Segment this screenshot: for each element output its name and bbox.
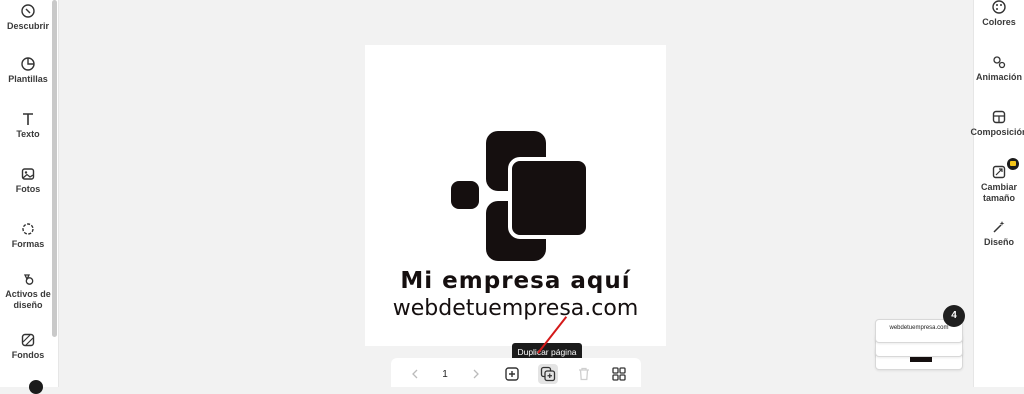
chevron-right-icon — [473, 369, 479, 379]
previous-page-button[interactable] — [405, 364, 425, 384]
add-icon — [505, 367, 519, 381]
premium-crown-icon — [1007, 158, 1019, 170]
sidebar-item-colores[interactable]: Colores — [970, 0, 1024, 28]
sidebar-item-fondos[interactable]: Fondos — [0, 333, 56, 361]
design-canvas[interactable]: Mi empresa aquí webdetuempresa.com — [365, 45, 666, 346]
template-icon — [21, 57, 35, 71]
right-sidebar: Colores Animación Composición Cambiar ta… — [970, 0, 1024, 387]
company-name-text[interactable]: Mi empresa aquí — [365, 268, 666, 294]
compass-icon — [21, 4, 35, 18]
sidebar-item-label: Fondos — [11, 350, 45, 360]
add-page-button[interactable] — [502, 364, 522, 384]
sidebar-item-label: Texto — [16, 129, 40, 139]
page-toolbar: 1 — [391, 358, 641, 387]
sidebar-item-label: Animación — [975, 72, 1022, 82]
delete-page-button[interactable] — [574, 364, 594, 384]
magic-wand-icon — [993, 221, 1005, 233]
palette-icon — [992, 0, 1006, 14]
sidebar-item-label: Descubrir — [6, 21, 50, 31]
animation-icon — [993, 56, 1006, 69]
sidebar-item-label: Fotos — [15, 184, 41, 194]
sidebar-item-label: Activos de diseño — [5, 289, 51, 310]
shapes-icon — [22, 223, 34, 235]
page-number: 1 — [442, 369, 448, 380]
trash-icon — [579, 367, 589, 381]
avatar[interactable] — [29, 380, 43, 394]
sidebar-item-label: Diseño — [983, 237, 1014, 247]
assets-icon — [23, 274, 34, 285]
sidebar-item-label: Composición — [970, 127, 1024, 137]
sidebar-scrollbar[interactable] — [52, 0, 57, 337]
sidebar-item-formas[interactable]: Formas — [0, 222, 56, 250]
sidebar-item-fotos[interactable]: Fotos — [0, 167, 56, 195]
sidebar-item-label: Plantillas — [8, 74, 48, 84]
sidebar-item-descubrir[interactable]: Descubrir — [0, 4, 56, 32]
sidebar-item-plantillas[interactable]: Plantillas — [0, 57, 56, 85]
duplicate-icon — [540, 366, 556, 382]
sidebar-item-animacion[interactable]: Animación — [970, 55, 1024, 83]
sidebar-item-cambiar-tamano[interactable]: Cambiar tamaño — [970, 165, 1024, 204]
sidebar-item-texto[interactable]: Texto — [0, 112, 56, 140]
sidebar-item-activos[interactable]: Activos de diseño — [0, 272, 56, 311]
page-count-badge: 4 — [943, 305, 965, 327]
next-page-button[interactable] — [466, 364, 486, 384]
grid-view-button[interactable] — [609, 364, 629, 384]
text-icon — [23, 113, 33, 125]
sidebar-item-label: Colores — [982, 17, 1016, 27]
image-icon — [21, 168, 35, 180]
company-url-text[interactable]: webdetuempresa.com — [365, 296, 666, 321]
duplicate-page-button[interactable] — [538, 364, 558, 384]
resize-icon — [992, 165, 1006, 179]
left-sidebar: Descubrir Plantillas Texto Fotos Formas — [0, 0, 59, 394]
grid-icon — [612, 367, 626, 381]
chevron-left-icon — [412, 369, 418, 379]
sidebar-item-composicion[interactable]: Composición — [970, 110, 1024, 138]
sidebar-item-label: Cambiar tamaño — [980, 182, 1017, 203]
background-icon — [21, 333, 35, 347]
sidebar-item-label: Formas — [11, 239, 45, 249]
sidebar-item-diseno[interactable]: Diseño — [970, 220, 1024, 248]
layout-icon — [992, 110, 1006, 124]
